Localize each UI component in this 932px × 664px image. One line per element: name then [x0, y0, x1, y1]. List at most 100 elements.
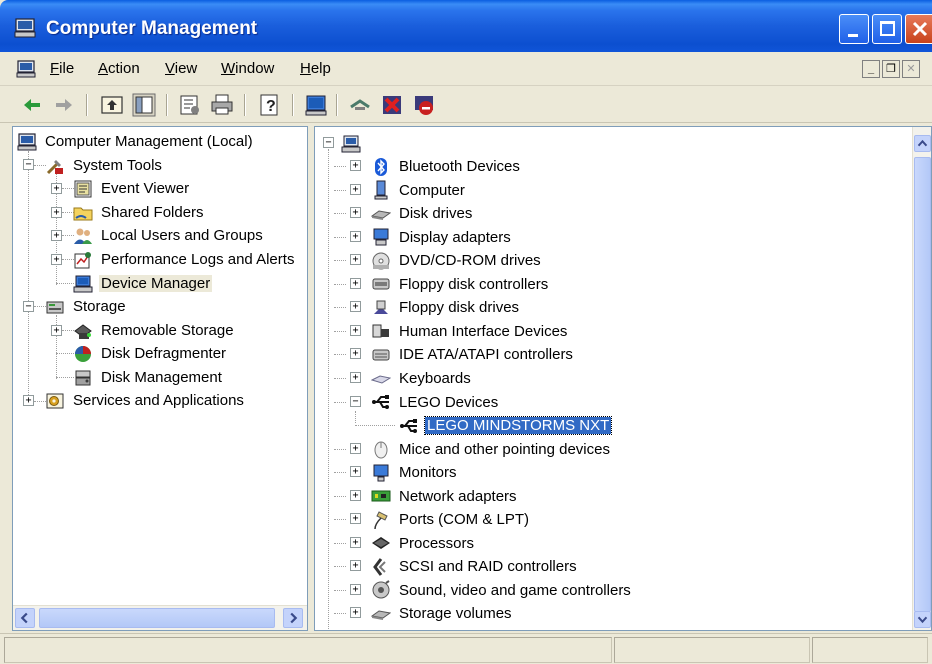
menu-view[interactable]: View — [165, 60, 197, 77]
up-folder-icon[interactable] — [100, 93, 124, 117]
expand-toggle[interactable]: + — [350, 607, 361, 619]
scroll-down-button[interactable] — [914, 611, 931, 628]
expand-toggle[interactable]: + — [51, 207, 62, 218]
help-icon[interactable]: ? — [258, 93, 282, 117]
disable-device-icon[interactable] — [412, 93, 436, 117]
close-button[interactable] — [905, 14, 932, 44]
expand-toggle[interactable]: + — [350, 277, 361, 289]
tree-item-storage[interactable]: Storage — [45, 295, 128, 318]
device-category-scsi-and-raid-controllers[interactable]: SCSI and RAID controllers — [371, 555, 579, 578]
event-viewer-icon — [74, 180, 92, 197]
device-category-lego-mindstorms-nxt[interactable]: LEGO MINDSTORMS NXT — [399, 414, 613, 437]
device-category-floppy-disk-drives[interactable]: Floppy disk drives — [371, 296, 521, 319]
expand-toggle[interactable]: + — [350, 230, 361, 242]
menu-file[interactable]: File — [50, 60, 74, 77]
device-category-floppy-disk-controllers[interactable]: Floppy disk controllers — [371, 273, 550, 296]
scroll-right-button[interactable] — [283, 608, 303, 628]
show-hide-tree-icon[interactable] — [132, 93, 156, 117]
expand-toggle[interactable]: + — [350, 301, 361, 313]
expand-toggle[interactable]: + — [350, 160, 361, 171]
device-category-computer[interactable]: Computer — [371, 179, 467, 202]
device-category-mice-and-other-pointing-devices[interactable]: Mice and other pointing devices — [371, 438, 612, 461]
tree-item-disk-management[interactable]: Disk Management — [73, 366, 224, 389]
expand-toggle[interactable]: + — [350, 466, 361, 478]
expand-toggle[interactable]: + — [51, 254, 62, 265]
console-tree-pane[interactable]: Computer Management (Local) − System Too… — [12, 126, 308, 631]
expand-toggle[interactable]: + — [51, 183, 62, 194]
properties-icon[interactable] — [178, 93, 202, 117]
device-category-keyboards[interactable]: Keyboards — [371, 367, 473, 390]
device-category-bluetooth-devices[interactable]: Bluetooth Devices — [371, 155, 522, 178]
device-category-storage-volumes[interactable]: Storage volumes — [371, 602, 514, 625]
tree-item-shared-folders[interactable]: Shared Folders — [73, 201, 206, 224]
menu-help[interactable]: Help — [300, 60, 331, 77]
scan-hardware-icon[interactable] — [304, 93, 328, 117]
left-horizontal-scrollbar[interactable] — [13, 605, 307, 630]
expand-toggle[interactable]: + — [350, 489, 361, 501]
device-manager-icon — [73, 275, 93, 292]
expand-toggle[interactable]: + — [350, 324, 361, 336]
menu-window[interactable]: Window — [221, 60, 274, 77]
tree-item-services-applications[interactable]: Services and Applications — [45, 389, 246, 412]
expand-toggle[interactable]: + — [350, 442, 361, 454]
tree-item-disk-defragmenter[interactable]: Disk Defragmenter — [73, 342, 228, 365]
scroll-up-button[interactable] — [914, 135, 931, 152]
expand-toggle[interactable]: + — [350, 254, 361, 266]
update-driver-icon[interactable] — [348, 93, 372, 117]
scroll-left-button[interactable] — [15, 608, 35, 628]
forward-arrow-icon[interactable] — [52, 93, 76, 117]
collapse-toggle[interactable]: − — [323, 137, 334, 148]
expand-toggle[interactable]: + — [350, 371, 361, 383]
child-minimize-button[interactable]: _ — [862, 60, 880, 78]
expand-toggle[interactable]: + — [350, 183, 361, 195]
collapse-toggle[interactable]: − — [23, 301, 34, 312]
expand-toggle[interactable]: + — [23, 395, 34, 406]
horizontal-scroll-thumb[interactable] — [39, 608, 275, 628]
uninstall-icon[interactable] — [380, 93, 404, 117]
sound-icon — [372, 580, 390, 599]
tree-item-performance-logs[interactable]: Performance Logs and Alerts — [73, 248, 296, 271]
child-close-button[interactable]: ✕ — [902, 60, 920, 78]
expand-toggle[interactable]: + — [350, 513, 361, 525]
tree-item-computer-management[interactable]: Computer Management (Local) — [17, 130, 255, 153]
right-vertical-scrollbar[interactable] — [912, 127, 931, 630]
device-category-dvd-cd-rom-drives[interactable]: DVD/CD-ROM drives — [371, 249, 543, 272]
device-category-ports-com-lpt[interactable]: Ports (COM & LPT) — [371, 508, 531, 531]
users-icon — [74, 228, 92, 244]
back-arrow-icon[interactable] — [20, 93, 44, 117]
device-category-monitors[interactable]: Monitors — [371, 461, 459, 484]
vertical-scroll-thumb[interactable] — [914, 157, 931, 612]
expand-toggle[interactable]: + — [350, 583, 361, 595]
tree-item-device-manager[interactable]: Device Manager — [73, 272, 213, 295]
tree-item-system-tools[interactable]: System Tools — [45, 154, 164, 177]
device-category-processors[interactable]: Processors — [371, 532, 476, 555]
print-icon[interactable] — [210, 93, 234, 117]
svg-text:?: ? — [266, 98, 276, 115]
tree-item-removable-storage[interactable]: Removable Storage — [73, 319, 236, 342]
expand-toggle[interactable]: + — [51, 230, 62, 241]
device-category-lego-devices[interactable]: LEGO Devices — [371, 391, 500, 414]
collapse-toggle[interactable]: − — [350, 395, 361, 407]
device-category-sound-video-and-game-controllers[interactable]: Sound, video and game controllers — [371, 579, 633, 602]
device-category-display-adapters[interactable]: Display adapters — [371, 226, 513, 249]
minimize-button[interactable] — [839, 14, 869, 44]
device-root[interactable] — [341, 132, 367, 155]
device-category-network-adapters[interactable]: Network adapters — [371, 485, 519, 508]
maximize-button[interactable] — [872, 14, 902, 44]
device-tree-pane[interactable]: + Bluetooth Devices + Computer + Disk drives +… — [314, 126, 932, 631]
device-category-human-interface-devices[interactable]: Human Interface Devices — [371, 320, 569, 343]
tree-item-event-viewer[interactable]: Event Viewer — [73, 177, 191, 200]
expand-toggle[interactable]: + — [350, 207, 361, 219]
child-restore-button[interactable]: ❐ — [882, 60, 900, 78]
computer-icon[interactable] — [16, 60, 36, 78]
expand-toggle[interactable]: + — [350, 536, 361, 548]
expand-toggle[interactable]: + — [350, 348, 361, 360]
expand-toggle[interactable]: + — [51, 325, 62, 336]
collapse-toggle[interactable]: − — [23, 159, 34, 170]
device-category-disk-drives[interactable]: Disk drives — [371, 202, 474, 225]
tree-item-local-users[interactable]: Local Users and Groups — [73, 224, 265, 247]
title-bar[interactable]: Computer Management — [0, 0, 932, 52]
expand-toggle[interactable]: + — [350, 560, 361, 572]
device-category-ide-ata-atapi-controllers[interactable]: IDE ATA/ATAPI controllers — [371, 343, 575, 366]
menu-action[interactable]: Action — [98, 60, 140, 77]
